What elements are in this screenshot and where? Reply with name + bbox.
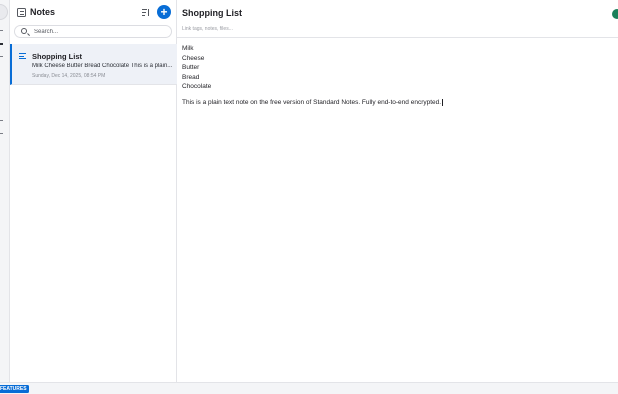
note-editor: Shopping List Milk Cheese Butter Bread C… <box>177 0 618 382</box>
nav-item-marker-active[interactable] <box>0 43 3 45</box>
note-line: Butter <box>182 64 200 71</box>
footer-bar: FEATURES <box>0 382 618 394</box>
search-icon <box>21 28 27 34</box>
note-item-date: Sunday, Dec 14, 2025, 08:54 PM <box>32 73 106 79</box>
note-list-item[interactable]: Shopping List Milk Cheese Butter Bread C… <box>10 44 177 85</box>
plain-text-note-icon <box>19 53 26 60</box>
search-box <box>14 25 172 38</box>
nav-item-marker[interactable] <box>0 120 3 121</box>
nav-item-marker[interactable] <box>0 30 3 31</box>
note-line: Chocolate <box>182 83 212 90</box>
note-line: Milk <box>182 45 194 52</box>
nav-item-marker[interactable] <box>0 133 3 134</box>
sort-options-icon[interactable] <box>140 6 152 18</box>
link-tags-input[interactable] <box>182 24 382 33</box>
note-item-title: Shopping List <box>32 52 82 61</box>
text-cursor <box>441 98 443 106</box>
search-input[interactable] <box>34 26 164 37</box>
note-title[interactable]: Shopping List <box>182 8 242 18</box>
notes-list-header: Notes + <box>10 0 177 24</box>
note-paragraph-text: This is a plain text note on the free ve… <box>182 99 442 106</box>
notes-icon <box>17 8 26 17</box>
notes-list-panel: Notes + Shopping List Milk Cheese Butter… <box>10 0 177 382</box>
note-line: Bread <box>182 73 200 81</box>
note-paragraph: This is a plain text note on the free ve… <box>182 98 612 108</box>
account-menu-button[interactable] <box>0 4 8 20</box>
new-note-button[interactable]: + <box>157 5 171 19</box>
features-button[interactable]: FEATURES <box>0 385 29 393</box>
app-window: Notes + Shopping List Milk Cheese Butter… <box>0 0 618 394</box>
note-body-textarea[interactable]: Milk Cheese Butter Bread Chocolate This … <box>182 44 612 108</box>
note-line: Cheese <box>182 54 205 62</box>
note-item-preview: Milk Cheese Butter Bread Chocolate This … <box>32 63 172 69</box>
editor-header: Shopping List <box>177 0 618 38</box>
notes-list-title: Notes <box>30 7 56 17</box>
sync-status-icon[interactable] <box>612 9 618 19</box>
nav-item-marker[interactable] <box>0 56 3 57</box>
navigation-sidebar <box>0 0 10 382</box>
